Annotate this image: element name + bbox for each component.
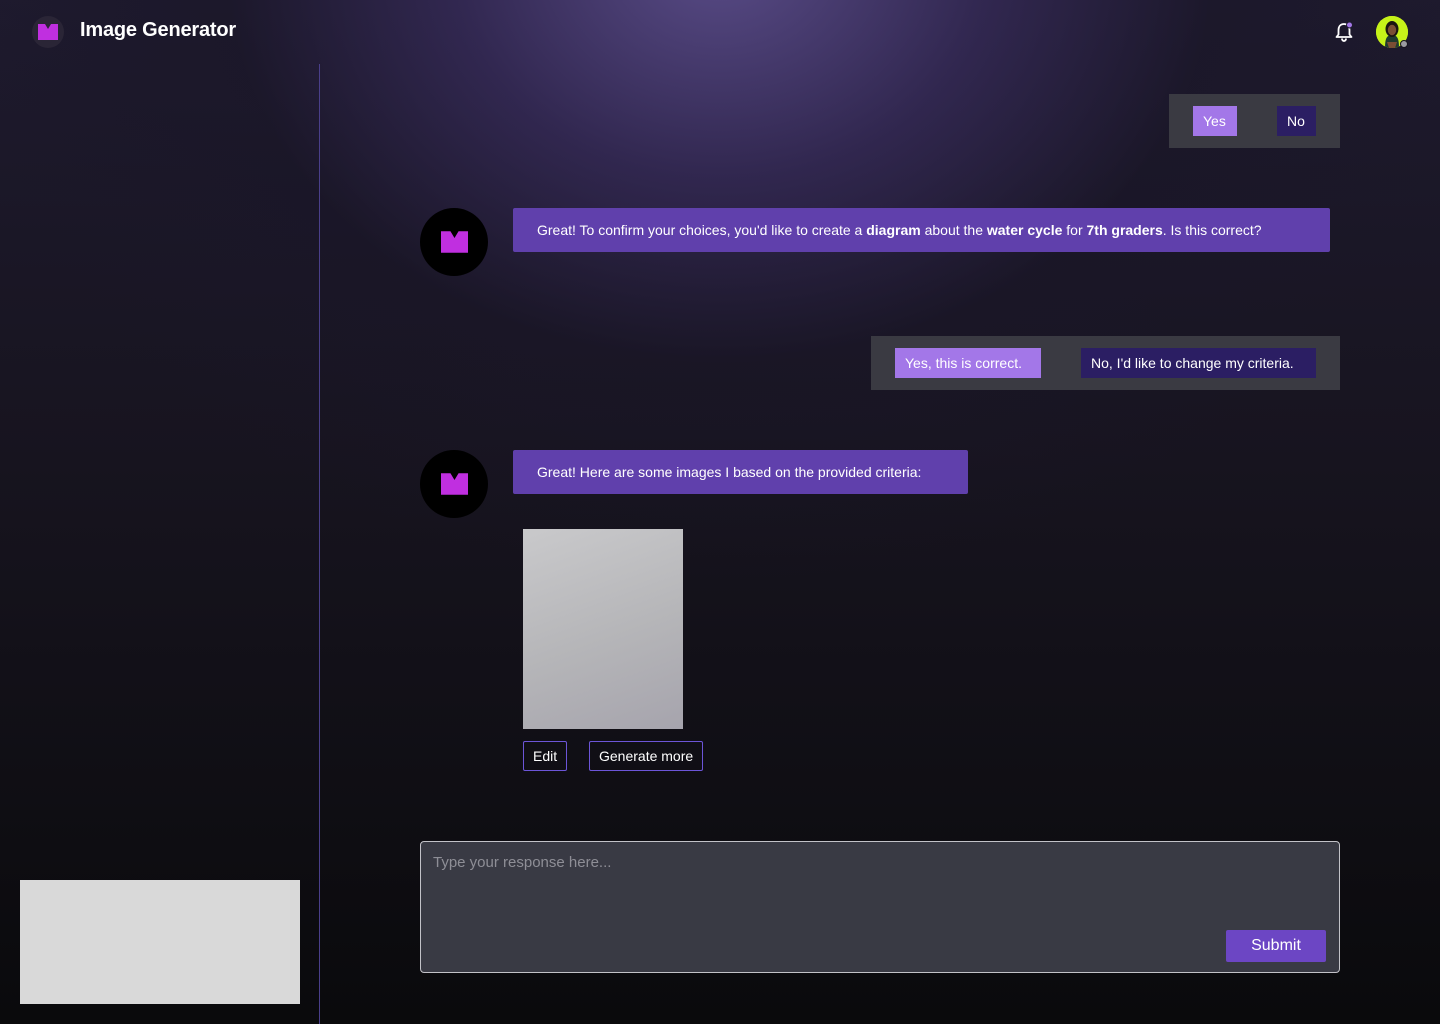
message-emphasis-topic: water cycle <box>986 222 1063 238</box>
bot-avatar <box>420 450 488 518</box>
no-button[interactable]: No <box>1277 106 1316 136</box>
message-emphasis-audience: 7th graders <box>1086 222 1163 238</box>
presence-indicator <box>1400 40 1408 48</box>
response-composer: Submit <box>420 841 1340 973</box>
message-text: for <box>1062 222 1087 238</box>
bot-message-confirm: Great! To confirm your choices, you'd li… <box>513 208 1330 252</box>
generated-image[interactable] <box>523 529 683 729</box>
response-input[interactable] <box>433 854 1313 924</box>
notification-button[interactable] <box>1334 21 1354 43</box>
bot-avatar <box>420 208 488 276</box>
confirm-options: Yes, this is correct. No, I'd like to ch… <box>871 336 1340 390</box>
sidebar-divider <box>319 64 320 1024</box>
bell-icon <box>1335 21 1353 42</box>
message-text: . Is this correct? <box>1162 222 1262 238</box>
edit-button[interactable]: Edit <box>523 741 568 771</box>
m-logo-icon <box>440 473 468 495</box>
yes-no-options: Yes No <box>1169 94 1340 148</box>
sidebar-placeholder <box>20 880 300 1004</box>
submit-button[interactable]: Submit <box>1226 930 1326 962</box>
bot-message-results: Great! Here are some images I based on t… <box>513 450 968 494</box>
confirm-correct-button[interactable]: Yes, this is correct. <box>895 348 1041 378</box>
m-logo-icon <box>440 231 468 253</box>
message-text: about the <box>920 222 987 238</box>
yes-button[interactable]: Yes <box>1193 106 1237 136</box>
message-text: Great! To confirm your choices, you'd li… <box>537 222 867 238</box>
generate-more-button[interactable]: Generate more <box>589 741 704 771</box>
app-logo[interactable] <box>32 16 64 48</box>
app-title: Image Generator <box>80 19 236 41</box>
m-logo-icon <box>38 24 58 40</box>
change-criteria-button[interactable]: No, I'd like to change my criteria. <box>1081 348 1316 378</box>
image-generator-page: Image Generator Yes No Great! To confirm… <box>0 0 1440 1024</box>
message-emphasis-type: diagram <box>866 222 921 238</box>
